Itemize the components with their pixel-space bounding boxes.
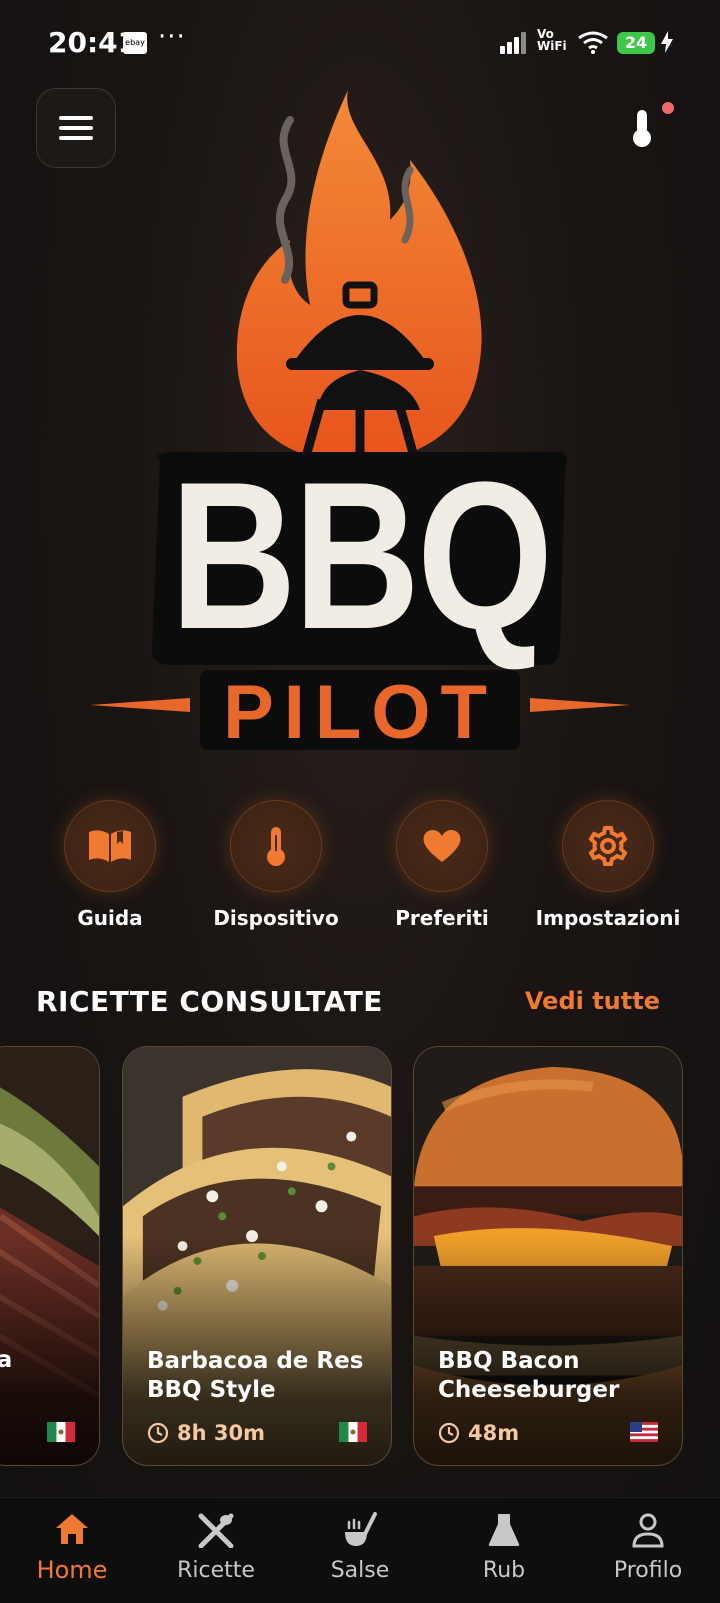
thermometer-icon	[267, 827, 285, 866]
thermometer-status-icon[interactable]	[631, 108, 653, 148]
recipe-card[interactable]: Barbacoa de Res BBQ Style 8h 30m	[122, 1046, 392, 1466]
quick-action-label: Dispositivo	[213, 906, 339, 930]
nav-ricette[interactable]: Ricette	[144, 1512, 288, 1583]
bottom-navigation: Home Ricette Salse Rub Profilo	[0, 1497, 720, 1603]
recipe-title: lla	[0, 1347, 12, 1373]
hamburger-icon	[59, 116, 93, 120]
quick-action-impostazioni[interactable]: Impostazioni	[518, 800, 698, 930]
recipe-card[interactable]: BBQ Bacon Cheeseburger 48m	[413, 1046, 683, 1466]
nav-rub[interactable]: Rub	[432, 1512, 576, 1583]
logo-title: BBQ	[170, 438, 550, 673]
nav-salse[interactable]: Salse	[288, 1512, 432, 1583]
quick-action-preferiti[interactable]: Preferiti	[352, 800, 532, 930]
quick-action-label: Impostazioni	[535, 906, 681, 930]
quick-action-label: Preferiti	[395, 906, 489, 930]
recipe-card[interactable]: lla	[0, 1046, 100, 1466]
heart-icon	[423, 830, 461, 862]
utensils-icon	[198, 1513, 234, 1549]
charging-icon	[661, 31, 673, 53]
battery-icon: 24	[617, 32, 655, 54]
quick-action-guida[interactable]: Guida	[20, 800, 200, 930]
section-title: RICETTE CONSULTATE	[36, 985, 383, 1018]
sauce-icon	[345, 1512, 377, 1546]
recipe-time: 48m	[438, 1421, 519, 1445]
mexico-flag	[47, 1422, 75, 1442]
status-bar: 20:41 ebay ··· Vo WiFi 24	[0, 0, 720, 86]
more-notifications-icon: ···	[158, 22, 186, 52]
mexico-flag	[339, 1422, 367, 1442]
recipe-title: BBQ Bacon Cheeseburger	[438, 1348, 620, 1403]
nav-home[interactable]: Home	[0, 1512, 144, 1584]
recipe-time: 8h 30m	[147, 1421, 265, 1445]
notification-dot	[662, 102, 674, 114]
home-icon	[56, 1514, 88, 1544]
clock-icon	[147, 1422, 169, 1444]
nav-profilo[interactable]: Profilo	[576, 1512, 720, 1583]
recipe-title: Barbacoa de Res BBQ Style	[147, 1348, 364, 1403]
flask-icon	[488, 1514, 520, 1546]
quick-action-label: Guida	[77, 906, 143, 930]
see-all-link[interactable]: Vedi tutte	[525, 987, 660, 1015]
bbq-pilot-logo: BBQ PILOT	[90, 90, 630, 755]
vowifi-icon: Vo WiFi	[537, 27, 567, 53]
ebay-notification-icon: ebay	[123, 32, 147, 54]
wifi-icon	[578, 31, 608, 54]
gear-icon	[588, 826, 628, 866]
quick-action-dispositivo[interactable]: Dispositivo	[186, 800, 366, 930]
usa-flag	[630, 1422, 658, 1442]
clock-icon	[438, 1422, 460, 1444]
user-icon	[632, 1513, 664, 1548]
logo-subtitle: PILOT	[223, 670, 497, 755]
book-icon	[89, 830, 131, 862]
